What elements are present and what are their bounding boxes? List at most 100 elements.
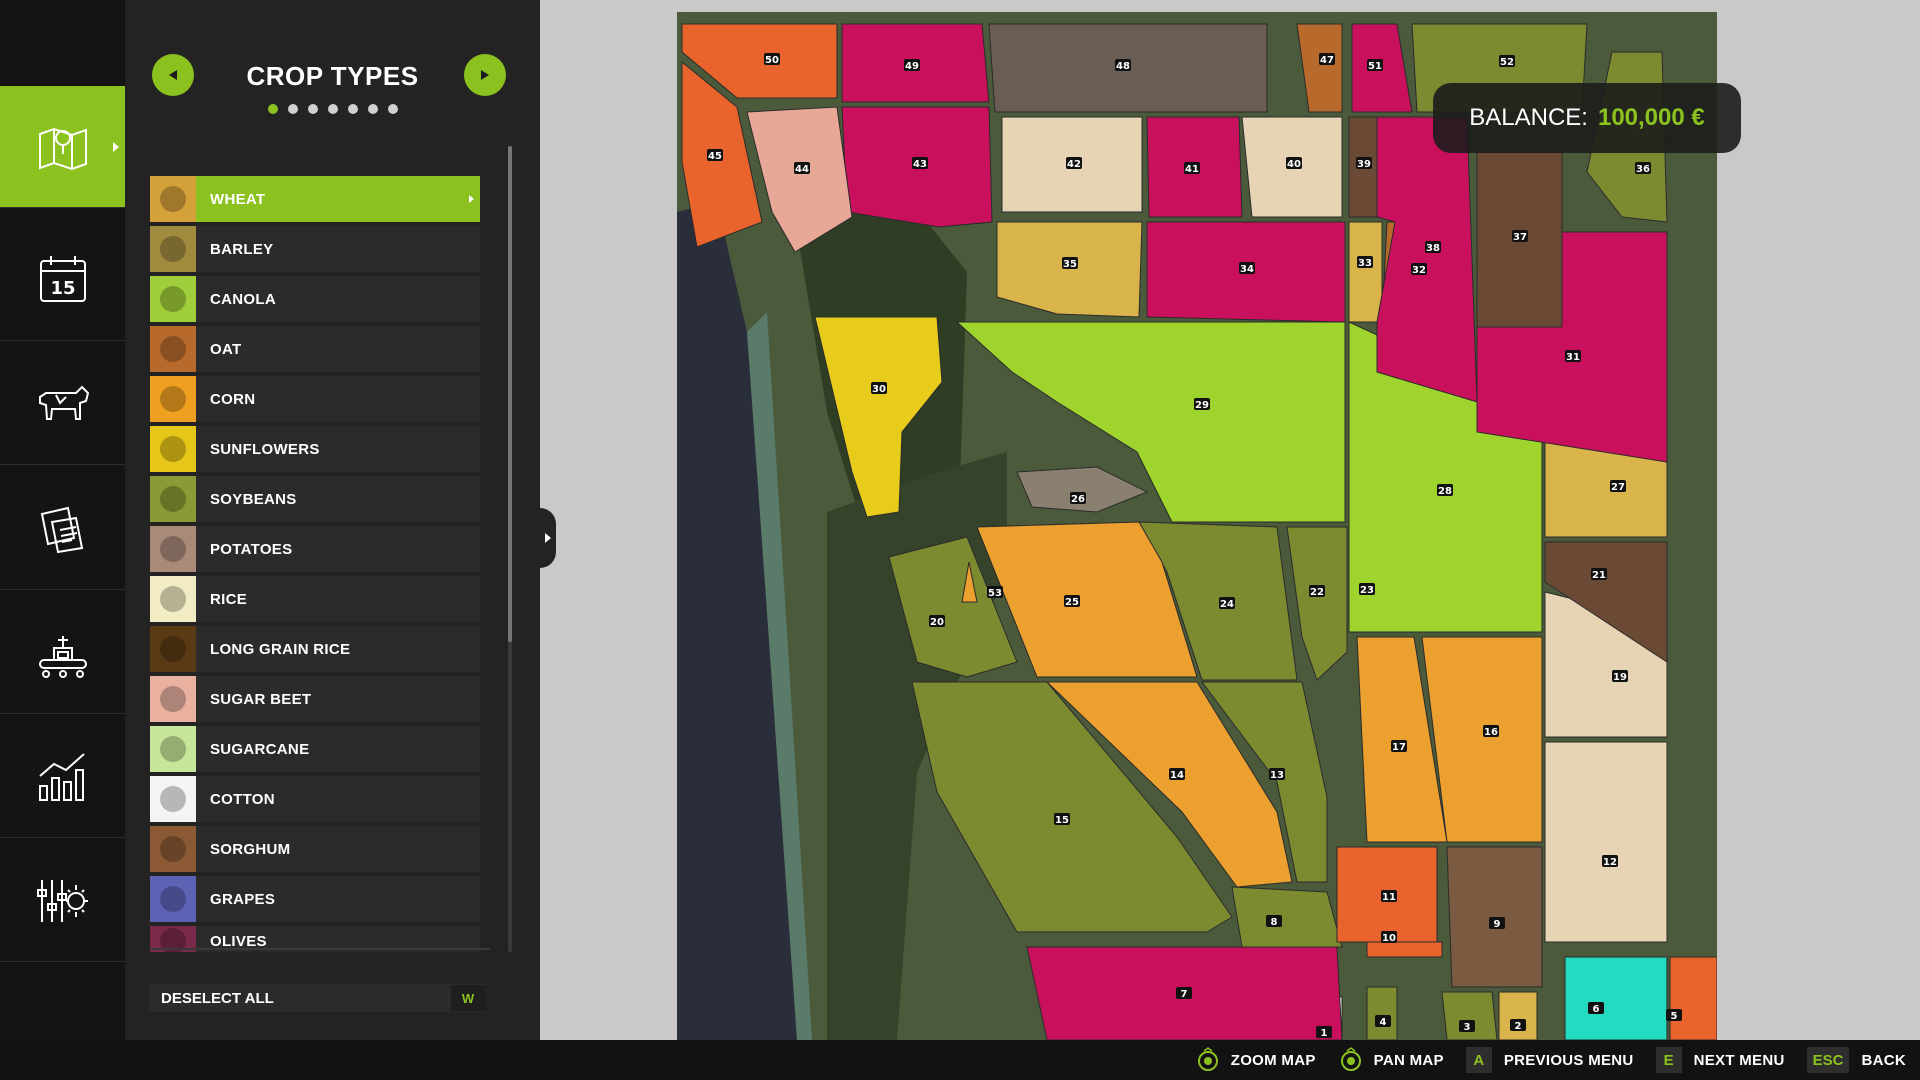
crop-glyph (160, 686, 186, 712)
grapes-icon (150, 876, 196, 922)
field-number-label: 39 (1357, 159, 1371, 170)
field-number-label: 27 (1611, 482, 1625, 493)
oat-icon (150, 326, 196, 372)
menu-statistics-button[interactable] (0, 716, 125, 838)
page-dot[interactable] (367, 104, 378, 114)
map-canvas[interactable]: 12345678 9101112131415161719202122 2324252… (677, 12, 1717, 1040)
field-number-label: 24 (1220, 599, 1234, 610)
field-4[interactable] (1366, 986, 1398, 1040)
crop-glyph (160, 386, 186, 412)
field-number-label: 30 (872, 384, 886, 395)
crop-item-potatoes[interactable]: POTATOES (150, 526, 480, 572)
field-number-label: 43 (913, 159, 927, 170)
hint-zoom-map[interactable]: ZOOM MAP (1195, 1047, 1316, 1073)
deselect-all-button[interactable]: DESELECT ALL W (149, 984, 485, 1012)
chevron-right-icon (545, 533, 551, 543)
page-dot[interactable] (307, 104, 318, 114)
crop-item-sorghum[interactable]: SORGHUM (150, 826, 480, 872)
crop-item-canola[interactable]: CANOLA (150, 276, 480, 322)
crop-item-label: SUGARCANE (210, 740, 310, 758)
crop-item-cotton[interactable]: COTTON (150, 776, 480, 822)
field-number-label: 14 (1170, 770, 1184, 781)
crop-glyph (160, 236, 186, 262)
field-number-label: 28 (1438, 486, 1452, 497)
field-10[interactable] (1366, 941, 1443, 958)
crop-item-corn[interactable]: CORN (150, 376, 480, 422)
menu-animals-button[interactable] (0, 343, 125, 465)
crop-item-rice[interactable]: RICE (150, 576, 480, 622)
hint-next-menu[interactable]: E NEXT MENU (1655, 1047, 1785, 1073)
farm-map[interactable]: 1 2 3 4 5 6 7 8 9 10 11 12 13 14 15 16 17 19 20 21 22 23 24 25 2… (677, 12, 1717, 1040)
field-38[interactable] (1376, 116, 1478, 403)
crop-item-label: SOYBEANS (210, 490, 297, 508)
crop-glyph (160, 336, 186, 362)
sorghum-icon (150, 826, 196, 872)
sunflower-icon (150, 426, 196, 472)
hint-previous-menu[interactable]: A PREVIOUS MENU (1465, 1047, 1634, 1073)
field-number-label: 42 (1067, 159, 1081, 170)
field-number-label: 6 (1593, 1004, 1600, 1015)
page-dot[interactable] (347, 104, 358, 114)
field-number-label: 49 (905, 61, 919, 72)
previous-page-button[interactable] (152, 54, 194, 96)
crop-glyph (160, 636, 186, 662)
scrollbar-thumb[interactable] (508, 146, 512, 642)
hint-label: PAN MAP (1373, 1051, 1444, 1069)
field-number-label: 20 (930, 617, 944, 628)
menu-settings-button[interactable] (0, 840, 125, 962)
field-2[interactable] (1498, 991, 1538, 1040)
soybean-icon (150, 476, 196, 522)
balance-display: BALANCE: 100,000 € (1433, 83, 1741, 153)
field-number-label: 53 (988, 588, 1002, 599)
field-12[interactable] (1544, 741, 1668, 943)
crop-item-sunflowers[interactable]: SUNFLOWERS (150, 426, 480, 472)
field-number-label: 17 (1392, 742, 1406, 753)
crop-item-sugarcane[interactable]: SUGARCANE (150, 726, 480, 772)
page-dot[interactable] (267, 104, 278, 114)
crop-glyph (160, 186, 186, 212)
settings-gear-icon (36, 879, 88, 922)
crop-glyph (160, 286, 186, 312)
page-dot[interactable] (387, 104, 398, 114)
collapse-panel-tab[interactable] (540, 508, 556, 568)
crop-glyph (160, 836, 186, 862)
field-number-label: 15 (1055, 815, 1069, 826)
field-number-label: 2 (1515, 1021, 1522, 1032)
field-number-label: 35 (1063, 259, 1077, 270)
field-number-label: 47 (1320, 55, 1334, 66)
sugarcane-icon (150, 726, 196, 772)
crop-item-barley[interactable]: BARLEY (150, 226, 480, 272)
crop-item-grapes[interactable]: GRAPES (150, 876, 480, 922)
next-page-button[interactable] (464, 54, 506, 96)
calendar-icon: 15 (39, 255, 86, 302)
field-6[interactable] (1564, 956, 1668, 1040)
crop-item-label: POTATOES (210, 540, 293, 558)
crop-item-oat[interactable]: OAT (150, 326, 480, 372)
field-33[interactable] (1348, 221, 1383, 323)
field-number-label: 50 (765, 55, 779, 66)
chevron-right-icon (481, 70, 489, 80)
menu-production-button[interactable] (0, 592, 125, 714)
menu-contracts-button[interactable] (0, 468, 125, 590)
field-8[interactable] (1231, 886, 1343, 948)
field-number-label: 8 (1271, 917, 1278, 928)
field-number-label: 21 (1592, 570, 1606, 581)
page-dot[interactable] (287, 104, 298, 114)
menu-calendar-button[interactable]: 15 (0, 219, 125, 341)
hint-back[interactable]: ESC BACK (1806, 1047, 1906, 1073)
crop-glyph (160, 736, 186, 762)
canola-icon (150, 276, 196, 322)
crop-item-wheat[interactable]: WHEAT (150, 176, 480, 222)
balance-amount: 100,000 € (1597, 104, 1705, 131)
page-dot[interactable] (327, 104, 338, 114)
menu-map-button[interactable] (0, 86, 125, 208)
crop-item-long-grain-rice[interactable]: LONG GRAIN RICE (150, 626, 480, 672)
field-number-label: 19 (1613, 672, 1627, 683)
hint-pan-map[interactable]: PAN MAP (1338, 1047, 1444, 1073)
crop-item-soybeans[interactable]: SOYBEANS (150, 476, 480, 522)
crop-item-label: OAT (210, 340, 242, 358)
crop-item-sugar-beet[interactable]: SUGAR BEET (150, 676, 480, 722)
map-icon (38, 127, 87, 170)
field-5[interactable] (1669, 956, 1717, 1040)
crop-item-label: BARLEY (210, 240, 274, 258)
